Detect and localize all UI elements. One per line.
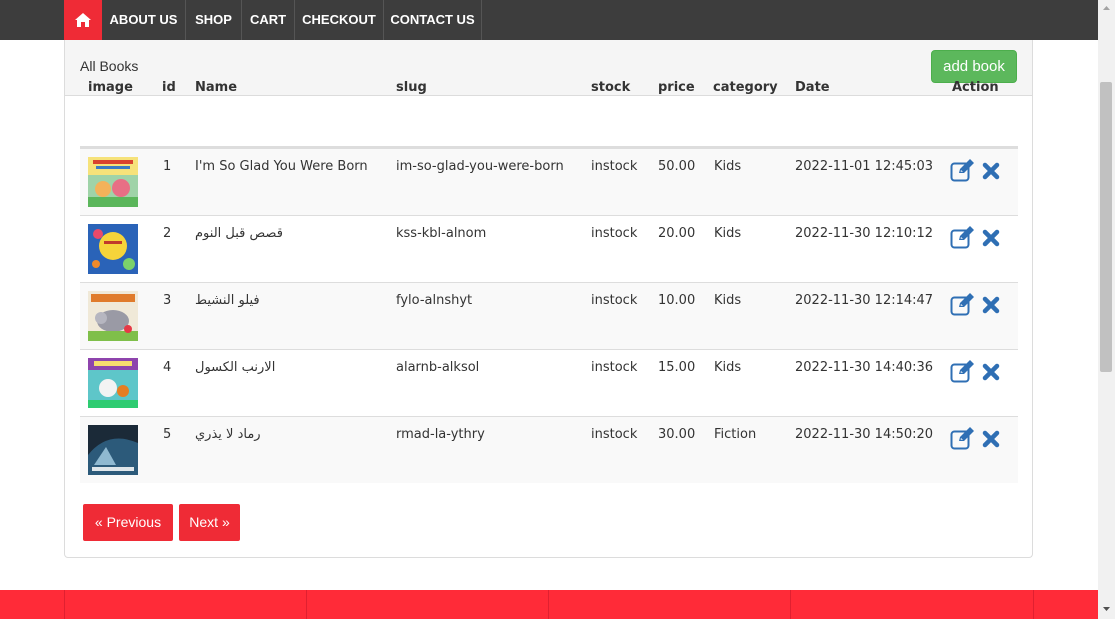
edit-icon[interactable] <box>950 225 976 249</box>
scrollbar-thumb[interactable] <box>1100 82 1112 372</box>
table-row: 5 رماد لا يذري rmad-la-ythry instock 30.… <box>80 416 1018 483</box>
cell-price: 50.00 <box>658 159 696 174</box>
close-icon[interactable] <box>981 362 1001 382</box>
next-page-button[interactable]: Next » <box>179 504 240 541</box>
nav-about-us[interactable]: ABOUT US <box>102 0 186 40</box>
th-image: image <box>88 80 133 95</box>
footer-divider <box>1033 590 1034 619</box>
cell-stock: instock <box>591 226 638 241</box>
cell-price: 10.00 <box>658 293 696 308</box>
cell-slug: im-so-glad-you-were-born <box>396 159 564 174</box>
cell-category: Kids <box>714 360 742 375</box>
scroll-up-arrow-icon[interactable] <box>1098 2 1115 14</box>
cell-price: 15.00 <box>658 360 696 375</box>
nav-contact-us[interactable]: CONTACT US <box>384 0 482 40</box>
cell-name: فيلو النشيط <box>195 293 260 308</box>
th-action: Action <box>952 80 999 95</box>
cell-date: 2022-11-30 14:40:36 <box>795 360 934 375</box>
edit-icon[interactable] <box>950 426 976 450</box>
th-slug: slug <box>396 80 427 95</box>
cell-id: 2 <box>163 226 172 241</box>
cell-date: 2022-11-01 12:45:03 <box>795 159 934 174</box>
nav-home-button[interactable] <box>64 0 102 40</box>
book-cover-image[interactable] <box>88 157 138 207</box>
cell-category: Fiction <box>714 427 757 442</box>
nav-shop[interactable]: SHOP <box>186 0 242 40</box>
close-icon[interactable] <box>981 161 1001 181</box>
close-icon[interactable] <box>981 295 1001 315</box>
th-name: Name <box>195 80 238 95</box>
edit-icon[interactable] <box>950 158 976 182</box>
cell-date: 2022-11-30 12:10:12 <box>795 226 934 241</box>
footer-divider <box>790 590 791 619</box>
nav-cart[interactable]: CART <box>242 0 295 40</box>
cell-stock: instock <box>591 293 638 308</box>
cell-category: Kids <box>714 226 742 241</box>
add-book-button[interactable]: add book <box>931 50 1017 83</box>
cell-name: I'm So Glad You Were Born <box>195 159 368 174</box>
cell-slug: rmad-la-ythry <box>396 427 485 442</box>
close-icon[interactable] <box>981 228 1001 248</box>
table-row: 2 قصص قبل النوم kss-kbl-alnom instock 20… <box>80 215 1018 282</box>
footer-divider <box>306 590 307 619</box>
cell-category: Kids <box>714 293 742 308</box>
book-cover-image[interactable] <box>88 224 138 274</box>
vertical-scrollbar[interactable] <box>1098 0 1115 619</box>
cell-date: 2022-11-30 12:14:47 <box>795 293 934 308</box>
cell-stock: instock <box>591 159 638 174</box>
nav-checkout[interactable]: CHECKOUT <box>295 0 384 40</box>
close-icon[interactable] <box>981 429 1001 449</box>
edit-icon[interactable] <box>950 359 976 383</box>
table-row: 4 الارنب الكسول alarnb-alksol instock 15… <box>80 349 1018 416</box>
footer-bar <box>0 590 1098 619</box>
cell-price: 30.00 <box>658 427 696 442</box>
cell-stock: instock <box>591 360 638 375</box>
cell-date: 2022-11-30 14:50:20 <box>795 427 934 442</box>
cell-slug: kss-kbl-alnom <box>396 226 487 241</box>
footer-divider <box>64 590 65 619</box>
th-stock: stock <box>591 80 631 95</box>
footer-divider <box>548 590 549 619</box>
table-row: 1 I'm So Glad You Were Born im-so-glad-y… <box>80 148 1018 215</box>
th-price: price <box>658 80 695 95</box>
book-cover-image[interactable] <box>88 425 138 475</box>
book-cover-image[interactable] <box>88 358 138 408</box>
edit-icon[interactable] <box>950 292 976 316</box>
cell-name: قصص قبل النوم <box>195 226 283 241</box>
cell-name: رماد لا يذري <box>195 427 261 442</box>
book-cover-image[interactable] <box>88 291 138 341</box>
th-id: id <box>162 80 176 95</box>
cell-slug: fylo-alnshyt <box>396 293 473 308</box>
table-row: 3 فيلو النشيط fylo-alnshyt instock 10.00… <box>80 282 1018 349</box>
cell-id: 4 <box>163 360 172 375</box>
home-icon <box>75 13 91 27</box>
th-date: Date <box>795 80 830 95</box>
cell-name: الارنب الكسول <box>195 360 276 375</box>
cell-stock: instock <box>591 427 638 442</box>
cell-slug: alarnb-alksol <box>396 360 480 375</box>
th-category: category <box>713 80 778 95</box>
top-navbar: ABOUT US SHOP CART CHECKOUT CONTACT US <box>0 0 1098 40</box>
cell-category: Kids <box>714 159 742 174</box>
cell-id: 1 <box>163 159 172 174</box>
panel-title: All Books <box>80 58 139 74</box>
scroll-down-arrow-icon[interactable] <box>1098 603 1115 615</box>
cell-id: 5 <box>163 427 172 442</box>
cell-id: 3 <box>163 293 172 308</box>
previous-page-button[interactable]: « Previous <box>83 504 173 541</box>
cell-price: 20.00 <box>658 226 696 241</box>
